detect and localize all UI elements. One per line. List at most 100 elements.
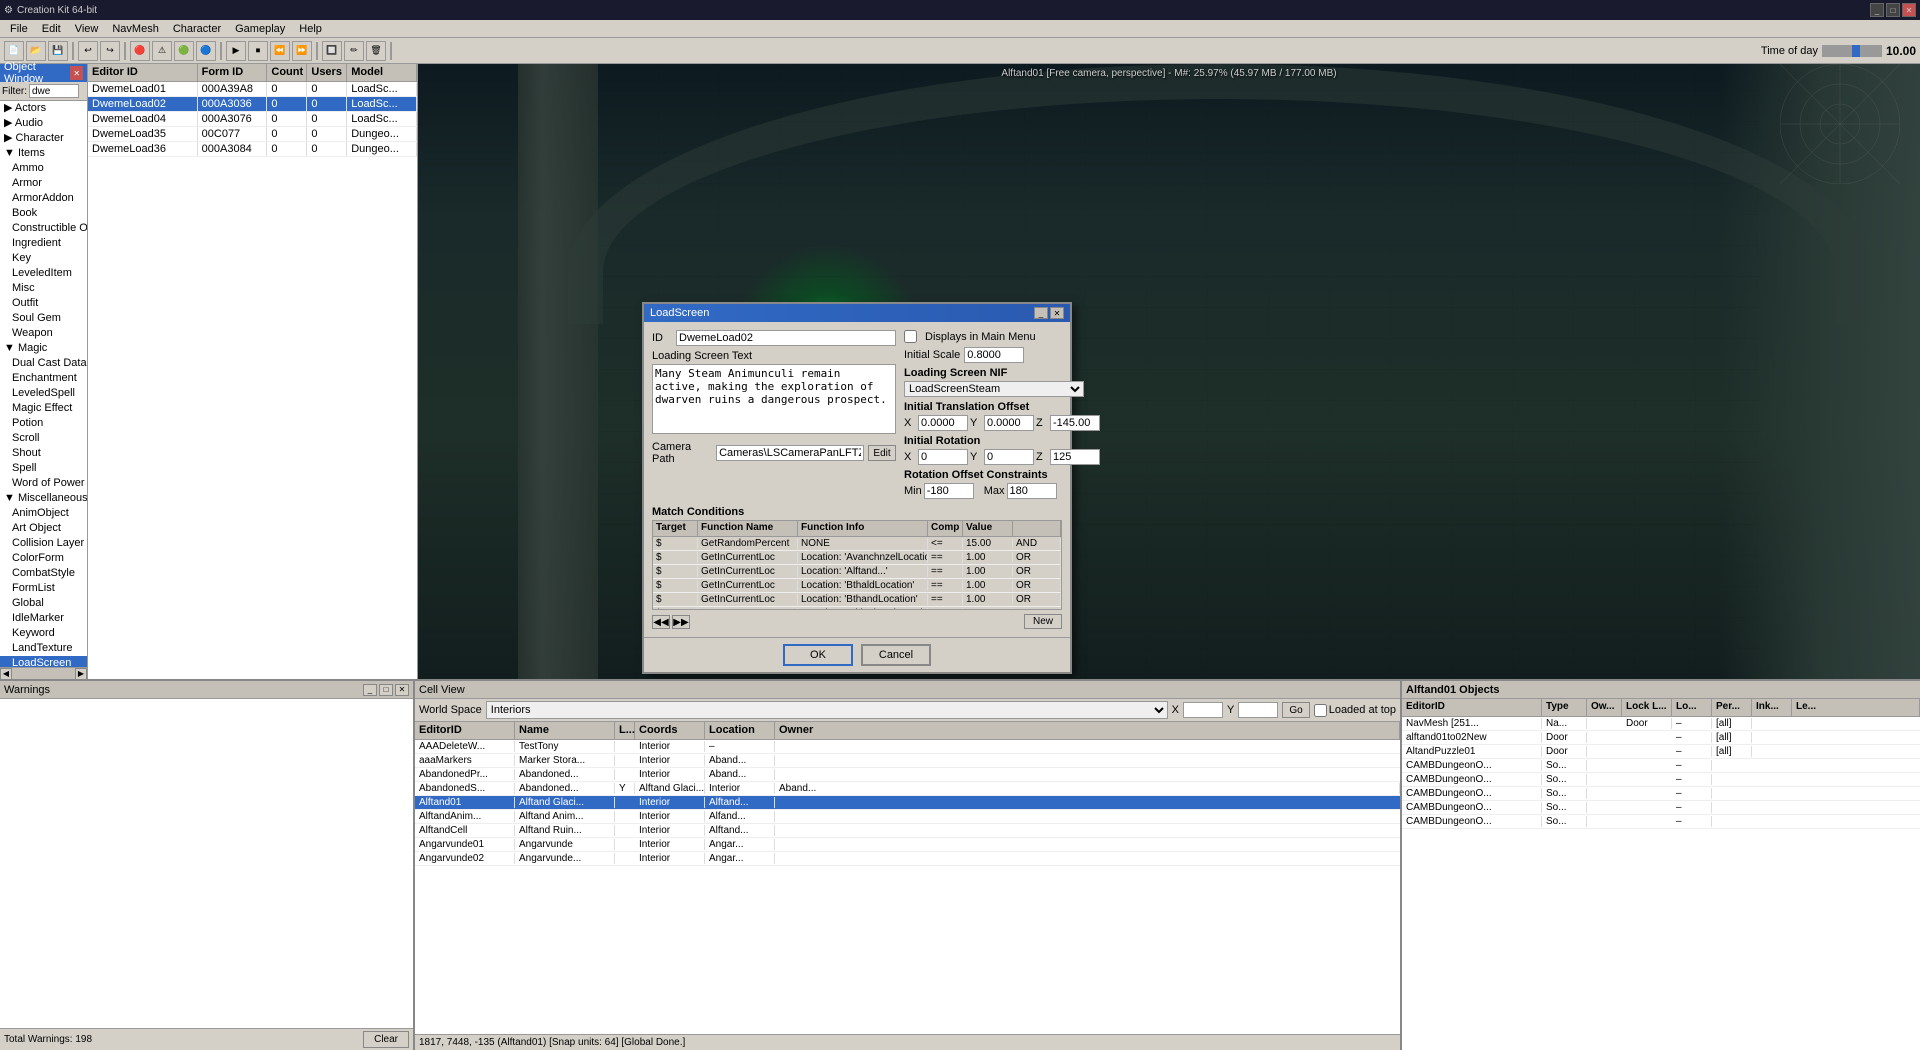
tree-keyword[interactable]: Keyword: [0, 626, 87, 641]
loading-screen-textarea[interactable]: Many Steam Animunculi remain active, mak…: [652, 364, 896, 434]
warnings-minimize[interactable]: _: [363, 684, 377, 696]
tree-weapon[interactable]: Weapon: [0, 326, 87, 341]
toolbar-btn6[interactable]: 🔵: [196, 41, 216, 61]
warnings-restore[interactable]: □: [379, 684, 393, 696]
right-row-0[interactable]: NavMesh [251... Na... Door – [all]: [1402, 717, 1920, 731]
tree-enchantment[interactable]: Enchantment: [0, 371, 87, 386]
tree-animobject[interactable]: AnimObject: [0, 506, 87, 521]
toolbar-btn11[interactable]: 🔲: [322, 41, 342, 61]
tree-potion[interactable]: Potion: [0, 416, 87, 431]
toolbar-redo[interactable]: ↪: [100, 41, 120, 61]
id-input[interactable]: [676, 330, 896, 346]
tree-actors[interactable]: ▶ Actors: [0, 101, 87, 116]
match-row-0[interactable]: $ GetRandomPercent NONE <= 15.00 AND: [653, 537, 1061, 551]
object-row-4[interactable]: DwemeLoad36 000A3084 0 0 Dungeo...: [88, 142, 417, 157]
right-row-3[interactable]: CAMBDungeonO... So... –: [1402, 759, 1920, 773]
tree-soulgem[interactable]: Soul Gem: [0, 311, 87, 326]
cell-col-location[interactable]: Location: [705, 722, 775, 739]
right-row-4[interactable]: CAMBDungeonO... So... –: [1402, 773, 1920, 787]
displays-checkbox[interactable]: [904, 330, 917, 343]
tree-constructible[interactable]: Constructible Obje...: [0, 221, 87, 236]
cell-row-4[interactable]: Alftand01 Alftand Glaci... Interior Alft…: [415, 796, 1400, 810]
toolbar-btn7[interactable]: ▶: [226, 41, 246, 61]
ry-input[interactable]: [984, 449, 1034, 465]
tree-scrollbar[interactable]: ◀ ▶: [0, 667, 87, 679]
scroll-left-btn[interactable]: ◀: [0, 668, 12, 680]
tree-misc[interactable]: Misc: [0, 281, 87, 296]
tree-formlist[interactable]: FormList: [0, 581, 87, 596]
tree-character[interactable]: ▶ Character: [0, 131, 87, 146]
clear-warnings-button[interactable]: Clear: [363, 1031, 409, 1048]
right-col-lo[interactable]: Lo...: [1672, 699, 1712, 716]
right-col-type[interactable]: Type: [1542, 699, 1587, 716]
warnings-close[interactable]: ✕: [395, 684, 409, 696]
toolbar-open[interactable]: 📂: [26, 41, 46, 61]
tree-ingredient[interactable]: Ingredient: [0, 236, 87, 251]
new-condition-button[interactable]: New: [1024, 614, 1062, 629]
tree-leveleditem[interactable]: LeveledItem: [0, 266, 87, 281]
toolbar-btn4[interactable]: ⚠: [152, 41, 172, 61]
nav-first-btn[interactable]: ◀◀: [652, 615, 670, 629]
menu-view[interactable]: View: [69, 22, 105, 36]
ok-button[interactable]: OK: [783, 644, 853, 666]
toolbar-new[interactable]: 📄: [4, 41, 24, 61]
tree-loadscreen[interactable]: LoadScreen: [0, 656, 87, 667]
menu-file[interactable]: File: [4, 22, 34, 36]
tree-ammo[interactable]: Ammo: [0, 161, 87, 176]
right-col-ow[interactable]: Ow...: [1587, 699, 1622, 716]
cell-col-editorid[interactable]: EditorID: [415, 722, 515, 739]
initial-scale-input[interactable]: [964, 347, 1024, 363]
filter-input[interactable]: [29, 84, 79, 98]
toolbar-save[interactable]: 💾: [48, 41, 68, 61]
tree-leveledspell[interactable]: LeveledSpell: [0, 386, 87, 401]
cell-row-2[interactable]: AbandonedPr... Abandoned... Interior Aba…: [415, 768, 1400, 782]
col-count[interactable]: Count: [267, 64, 307, 81]
close-button[interactable]: ✕: [1902, 3, 1916, 17]
toolbar-btn13[interactable]: 🗑: [366, 41, 386, 61]
col-users[interactable]: Users: [307, 64, 347, 81]
tree-audio[interactable]: ▶ Audio: [0, 116, 87, 131]
tree-scroll[interactable]: Scroll: [0, 431, 87, 446]
cell-row-5[interactable]: AlftandAnim... Alftand Anim... Interior …: [415, 810, 1400, 824]
right-row-5[interactable]: CAMBDungeonO... So... –: [1402, 787, 1920, 801]
menu-navmesh[interactable]: NavMesh: [106, 22, 164, 36]
tree-armor[interactable]: Armor: [0, 176, 87, 191]
cell-col-owner[interactable]: Owner: [775, 722, 1400, 739]
cell-row-8[interactable]: Angarvunde02 Angarvunde... Interior Anga…: [415, 852, 1400, 866]
tree-key[interactable]: Key: [0, 251, 87, 266]
toolbar-btn3[interactable]: 🔴: [130, 41, 150, 61]
viewport[interactable]: Alftand01 [Free camera, perspective] - M…: [418, 64, 1920, 679]
right-row-2[interactable]: AltandPuzzle01 Door – [all]: [1402, 745, 1920, 759]
tree-landtexture[interactable]: LandTexture: [0, 641, 87, 656]
tree-armoraddon[interactable]: ArmorAddon: [0, 191, 87, 206]
scroll-track[interactable]: [12, 670, 75, 678]
loaded-at-top-checkbox[interactable]: [1314, 704, 1327, 717]
right-col-le[interactable]: Le...: [1792, 699, 1920, 716]
ty-input[interactable]: [984, 415, 1034, 431]
match-row-4[interactable]: $ GetInCurrentLoc Location: 'BthandLocat…: [653, 593, 1061, 607]
tree-wordofpower[interactable]: Word of Power: [0, 476, 87, 491]
tree-outfit[interactable]: Outfit: [0, 296, 87, 311]
y-coord-input[interactable]: [1238, 702, 1278, 718]
col-form-id[interactable]: Form ID: [198, 64, 268, 81]
match-row-3[interactable]: $ GetInCurrentLoc Location: 'BthaldLocat…: [653, 579, 1061, 593]
camera-path-input[interactable]: [716, 445, 864, 461]
cell-row-1[interactable]: aaaMarkers Marker Stora... Interior Aban…: [415, 754, 1400, 768]
tree-idlemarker[interactable]: IdleMarker: [0, 611, 87, 626]
tree-collisionlayer[interactable]: Collision Layer: [0, 536, 87, 551]
max-input[interactable]: [1007, 483, 1057, 499]
tx-input[interactable]: [918, 415, 968, 431]
toolbar-btn12[interactable]: ✏: [344, 41, 364, 61]
menu-character[interactable]: Character: [167, 22, 227, 36]
toolbar-btn5[interactable]: 🟢: [174, 41, 194, 61]
edit-camera-button[interactable]: Edit: [868, 445, 896, 461]
object-row-0[interactable]: DwemeLoad01 000A39A8 0 0 LoadSc...: [88, 82, 417, 97]
toolbar-undo[interactable]: ↩: [78, 41, 98, 61]
scroll-right-btn[interactable]: ▶: [75, 668, 87, 680]
right-col-editorid[interactable]: EditorID: [1402, 699, 1542, 716]
tree-combatstyle[interactable]: CombatStyle: [0, 566, 87, 581]
tree-magic[interactable]: ▼ Magic: [0, 341, 87, 356]
cell-col-l[interactable]: L...: [615, 722, 635, 739]
menu-help[interactable]: Help: [293, 22, 328, 36]
tree-magiceffect[interactable]: Magic Effect: [0, 401, 87, 416]
